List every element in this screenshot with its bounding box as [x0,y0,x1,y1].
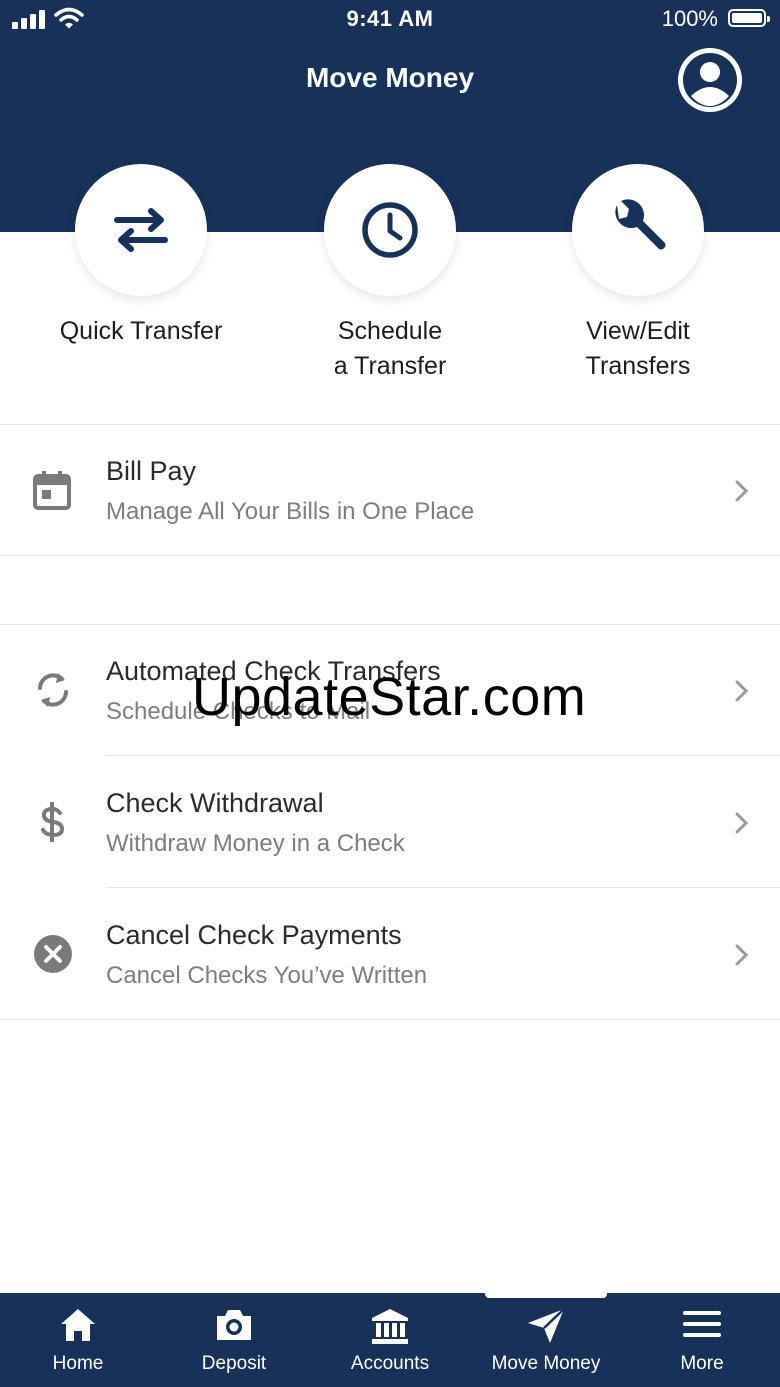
menu-icon [683,1311,721,1337]
quick-transfer-button[interactable]: Quick Transfer [16,164,266,349]
tab-label: More [680,1353,724,1374]
schedule-transfer-button[interactable]: Schedule a Transfer [265,164,515,384]
home-icon [61,1309,95,1341]
schedule-transfer-circle[interactable] [324,164,456,296]
paper-plane-icon [528,1308,565,1343]
camera-icon [217,1310,251,1340]
tab-label: Move Money [491,1353,601,1374]
dollar-icon [41,802,65,842]
profile-avatar-button[interactable] [678,48,742,112]
tab-more[interactable]: More [624,1293,780,1387]
battery-icon [728,9,770,27]
menu-item-cancel-check-payments[interactable]: Cancel Check Payments Cancel Checks You’… [0,888,780,1019]
transfer-arrows-icon [114,208,168,252]
refresh-icon [38,673,68,707]
view-edit-transfers-circle[interactable] [572,164,704,296]
quick-transfer-circle[interactable] [75,164,207,296]
tab-accounts[interactable]: Accounts [312,1293,468,1387]
menu-item-bill-pay[interactable]: Bill Pay Manage All Your Bills in One Pl… [0,424,780,555]
menu-item-subtitle: Cancel Checks You’ve Written [106,962,428,989]
user-icon [683,53,737,107]
menu-item-automated-check-transfers[interactable]: Automated Check Transfers Schedule Check… [0,624,780,755]
tab-label: Accounts [350,1353,430,1374]
chevron-right-icon [735,944,749,966]
calendar-icon [33,471,71,510]
clock-icon [362,202,418,258]
menu-item-subtitle: Manage All Your Bills in One Place [106,498,475,525]
wrench-icon [615,199,666,250]
view-edit-transfers-label: View/Edit Transfers [585,317,691,380]
divider [0,1019,780,1020]
page-title: Move Money [305,62,475,93]
menu-item-title: Check Withdrawal [106,788,324,818]
tab-deposit[interactable]: Deposit [156,1293,312,1387]
menu-item-title: Bill Pay [106,456,197,486]
tab-label: Deposit [201,1353,267,1374]
bank-icon [372,1309,408,1344]
quick-transfer-label: Quick Transfer [59,317,223,345]
menu-item-check-withdrawal[interactable]: Check Withdrawal Withdraw Money in a Che… [0,756,780,887]
status-bar: 9:41 AM 100% [0,0,780,40]
chevron-right-icon [735,680,749,702]
tab-label: Home [52,1353,104,1374]
menu-item-subtitle: Withdraw Money in a Check [106,830,405,857]
schedule-transfer-label: Schedule a Transfer [333,317,447,380]
chevron-right-icon [735,480,749,502]
divider [0,555,780,556]
menu-item-title: Cancel Check Payments [106,920,402,950]
view-edit-transfers-button[interactable]: View/Edit Transfers [513,164,763,384]
menu-item-subtitle: Schedule Checks to Mail [106,698,371,725]
menu-item-title: Automated Check Transfers [106,656,441,686]
cancel-circle-icon [34,935,72,973]
chevron-right-icon [735,812,749,834]
battery-percent: 100% [661,6,718,31]
tab-move-money[interactable]: Move Money [468,1293,624,1387]
tab-home[interactable]: Home [0,1293,156,1387]
